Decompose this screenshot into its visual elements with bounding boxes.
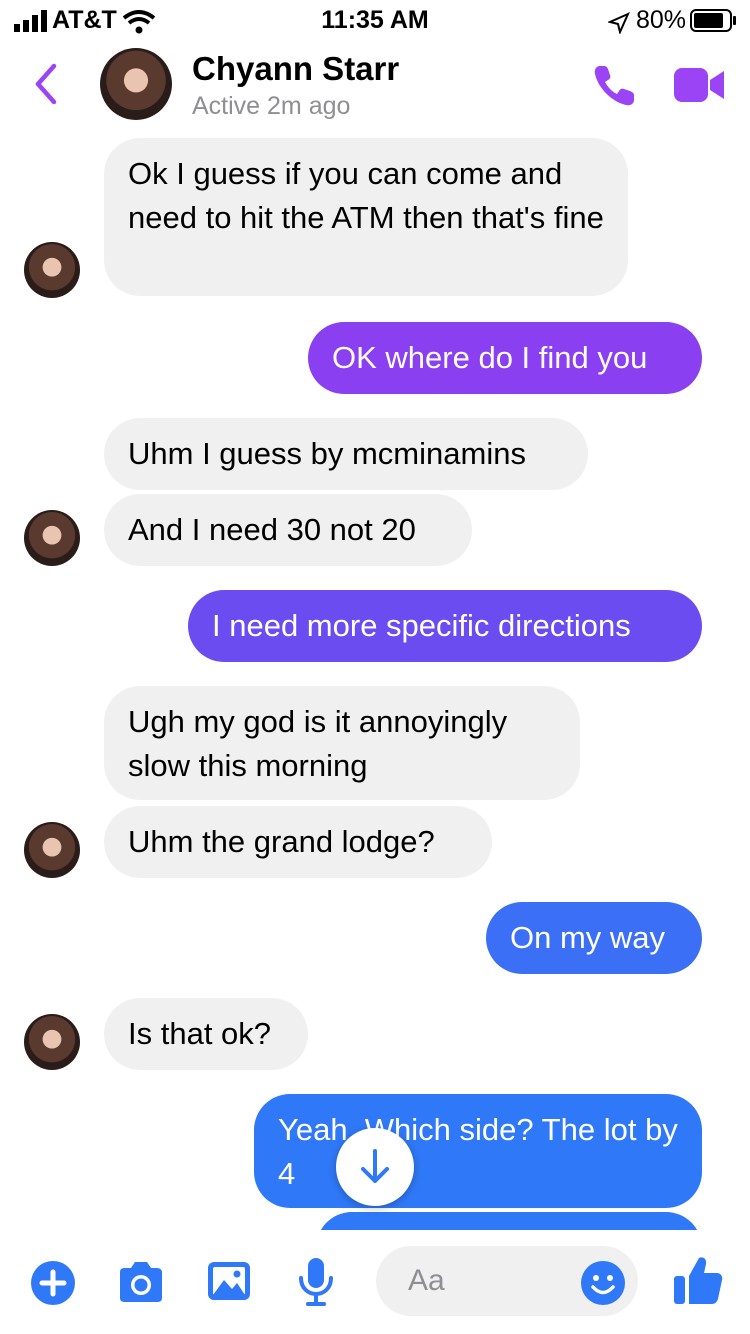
incoming-message[interactable]: Uhm the grand lodge?: [104, 806, 492, 878]
sender-avatar: [24, 822, 80, 878]
message-composer: Aa: [0, 1230, 750, 1334]
incoming-message[interactable]: And I need 30 not 20: [104, 494, 472, 566]
sender-avatar: [24, 510, 80, 566]
battery-percent: 80%: [636, 6, 687, 34]
microphone-icon[interactable]: [296, 1256, 336, 1308]
outgoing-message[interactable]: I need more specific directions: [188, 590, 702, 662]
camera-icon[interactable]: [116, 1260, 166, 1304]
presence-status: Active 2m ago: [192, 92, 351, 120]
back-chevron-icon[interactable]: [32, 62, 58, 106]
arrow-down-icon: [361, 1149, 389, 1183]
outgoing-message[interactable]: OK where do I find you: [308, 322, 702, 394]
video-call-icon[interactable]: [672, 66, 726, 104]
incoming-message[interactable]: Is that ok?: [104, 998, 308, 1070]
phone-call-icon[interactable]: [592, 62, 638, 108]
location-arrow-icon: [608, 12, 630, 34]
chat-header: Chyann Starr Active 2m ago: [0, 40, 750, 132]
sender-avatar: [24, 242, 80, 298]
scroll-to-bottom-button[interactable]: [336, 1128, 414, 1206]
plus-icon[interactable]: [30, 1260, 76, 1306]
emoji-icon[interactable]: [580, 1260, 626, 1306]
outgoing-message[interactable]: Yeah. Which side? The lot by 4: [254, 1094, 702, 1208]
incoming-message[interactable]: Ok I guess if you can come and need to h…: [104, 138, 628, 296]
thumbs-up-icon[interactable]: [672, 1254, 724, 1306]
incoming-message[interactable]: Uhm I guess by mcminamins: [104, 418, 588, 490]
message-input-placeholder: Aa: [408, 1264, 445, 1297]
contact-avatar[interactable]: [100, 48, 172, 120]
contact-name[interactable]: Chyann Starr: [192, 50, 399, 88]
battery-icon: [690, 9, 736, 32]
status-bar: AT&T 11:35 AM 80%: [0, 0, 750, 40]
incoming-message[interactable]: Ugh my god is it annoyingly slow this mo…: [104, 686, 580, 800]
outgoing-message[interactable]: On my way: [486, 902, 702, 974]
sender-avatar: [24, 1014, 80, 1070]
gallery-icon[interactable]: [206, 1260, 252, 1302]
